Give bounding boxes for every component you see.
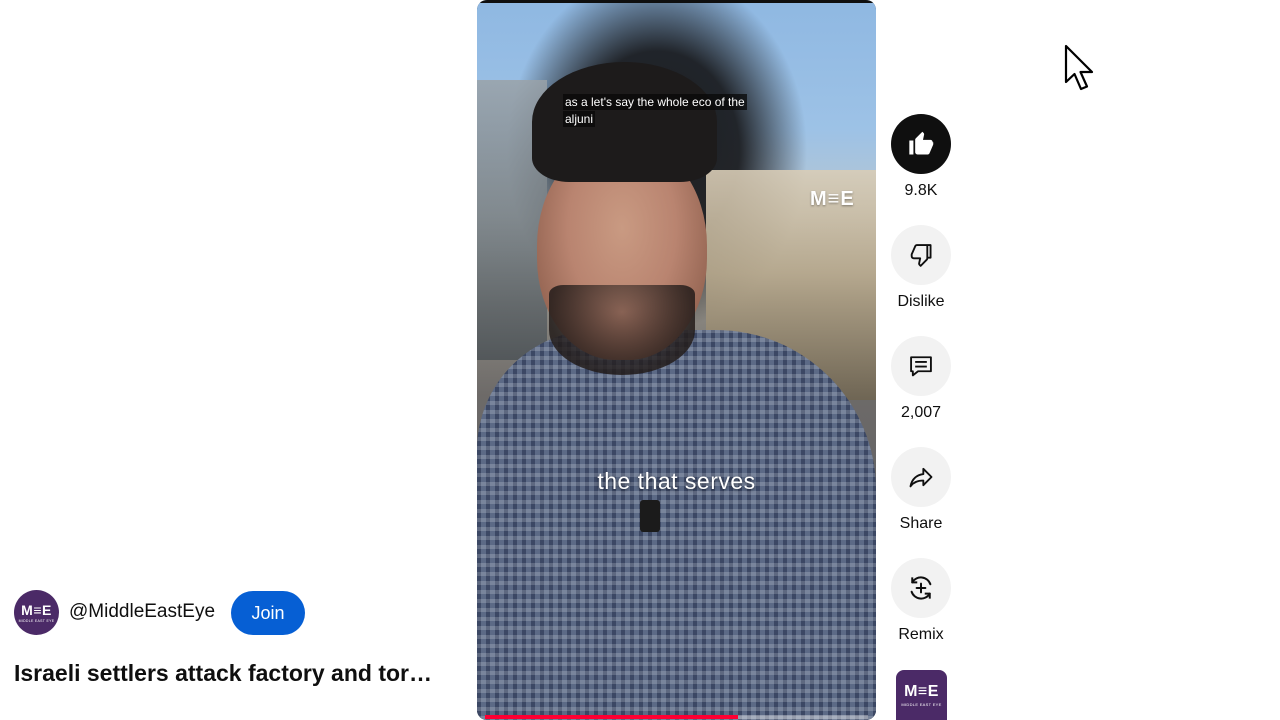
- channel-logo-subtext: MIDDLE EAST EYE: [901, 702, 942, 707]
- share-button-circle[interactable]: [891, 447, 951, 507]
- remix-icon: [910, 576, 932, 600]
- shorts-video-player[interactable]: M≡E as a let's say the whole eco of the …: [477, 0, 876, 720]
- like-button[interactable]: 9.8K: [891, 114, 951, 199]
- video-progress-fill: [485, 715, 738, 719]
- comments-button-circle[interactable]: [891, 336, 951, 396]
- avatar-logo-subtext: MIDDLE EAST EYE: [18, 619, 55, 623]
- mouse-cursor-icon: [1064, 44, 1094, 91]
- dislike-label: Dislike: [897, 293, 945, 310]
- avatar-logo-text: M≡E: [21, 602, 52, 618]
- video-title[interactable]: Israeli settlers attack factory and tor…: [14, 660, 454, 687]
- video-progress-bar[interactable]: [485, 715, 868, 719]
- remix-button-circle[interactable]: [891, 558, 951, 618]
- comments-button[interactable]: 2,007: [891, 336, 951, 421]
- share-label: Share: [899, 515, 943, 532]
- channel-logo-thumbnail[interactable]: M≡E MIDDLE EAST EYE: [896, 670, 947, 720]
- comment-count: 2,007: [900, 404, 942, 421]
- remix-button[interactable]: Remix: [891, 558, 951, 643]
- thumbs-up-icon: [909, 131, 934, 155]
- channel-avatar[interactable]: M≡E MIDDLE EAST EYE: [14, 590, 59, 635]
- auto-caption: as a let's say the whole eco of the alju…: [563, 94, 767, 128]
- comment-icon: [910, 356, 932, 377]
- channel-handle[interactable]: @MiddleEastEye: [69, 601, 215, 623]
- like-count: 9.8K: [904, 182, 938, 199]
- channel-logo-text: M≡E: [904, 683, 939, 700]
- thumbs-down-icon: [910, 244, 932, 267]
- auto-caption-line-1: as a let's say the whole eco of the: [563, 94, 747, 110]
- person-shirt: [477, 330, 876, 720]
- like-button-circle[interactable]: [891, 114, 951, 174]
- burned-in-subtitle: the that serves: [597, 468, 756, 494]
- lapel-microphone: [640, 500, 660, 532]
- share-button[interactable]: Share: [891, 447, 951, 532]
- dislike-button[interactable]: Dislike: [891, 225, 951, 310]
- share-arrow-icon: [909, 467, 933, 488]
- dislike-button-circle[interactable]: [891, 225, 951, 285]
- player-top-edge: [477, 0, 876, 3]
- person-beard: [549, 285, 695, 375]
- auto-caption-line-2: aljuni: [563, 111, 596, 127]
- remix-label: Remix: [898, 626, 944, 643]
- mee-watermark: M≡E: [810, 188, 855, 210]
- join-button[interactable]: Join: [231, 591, 305, 635]
